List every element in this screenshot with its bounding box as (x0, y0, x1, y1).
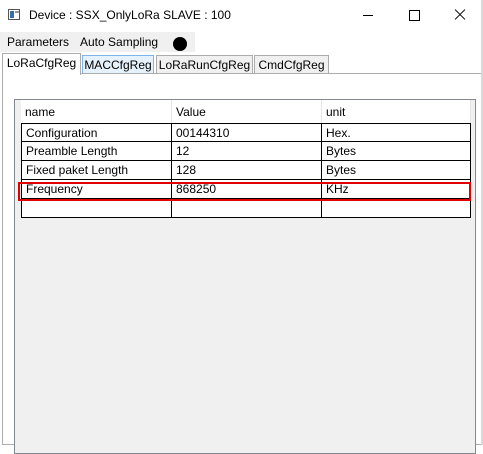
cell-name[interactable] (21, 199, 172, 217)
tab-loracfgreg[interactable]: LoRaCfgReg (2, 53, 81, 75)
table-row[interactable]: Fixed paket Length 128 Bytes (21, 161, 471, 180)
column-header-name[interactable]: name (21, 100, 172, 123)
app-window-icon (8, 9, 20, 20)
cell-name[interactable]: Frequency (21, 180, 172, 198)
cell-value[interactable]: 868250 (172, 180, 322, 198)
minimize-icon (363, 14, 373, 16)
menu-auto-sampling[interactable]: Auto Sampling (80, 35, 158, 49)
table-row[interactable]: Configuration 00144310 Hex. (21, 123, 471, 142)
column-header-unit[interactable]: unit (322, 100, 471, 123)
menu-parameters[interactable]: Parameters (7, 35, 69, 49)
maximize-button[interactable] (391, 0, 437, 30)
cell-value[interactable] (172, 199, 322, 217)
cell-unit[interactable]: KHz (322, 180, 471, 198)
title-bar: Device : SSX_OnlyLoRa SLAVE : 100 (0, 0, 483, 32)
cell-name[interactable]: Configuration (21, 124, 172, 141)
cell-unit[interactable]: Bytes (322, 142, 471, 160)
maximize-icon (408, 9, 420, 21)
cell-value[interactable]: 128 (172, 161, 322, 179)
grid-header-row: name Value unit (21, 100, 471, 123)
tab-panel: name Value unit Configuration 00144310 H… (2, 73, 482, 454)
column-header-value[interactable]: Value (172, 100, 322, 123)
tab-cmdcfgreg[interactable]: CmdCfgReg (254, 55, 329, 75)
cell-name[interactable]: Fixed paket Length (21, 161, 172, 179)
cell-unit[interactable] (322, 199, 471, 217)
status-dot-icon (173, 37, 187, 51)
minimize-button[interactable] (345, 0, 391, 30)
table-row[interactable]: Preamble Length 12 Bytes (21, 142, 471, 161)
cell-unit[interactable]: Hex. (322, 124, 471, 141)
tab-maccfgreg[interactable]: MACCfgReg (82, 55, 154, 75)
table-row-frequency[interactable]: Frequency 868250 KHz (21, 180, 471, 199)
cell-unit[interactable]: Bytes (322, 161, 471, 179)
cell-name[interactable]: Preamble Length (21, 142, 172, 160)
close-button[interactable] (437, 0, 483, 30)
close-icon (454, 9, 466, 21)
cell-value[interactable]: 12 (172, 142, 322, 160)
table-row-empty[interactable] (21, 199, 471, 218)
grid-table: name Value unit Configuration 00144310 H… (21, 100, 471, 218)
cell-value[interactable]: 00144310 (172, 124, 322, 141)
register-grid: name Value unit Configuration 00144310 H… (14, 99, 476, 454)
window-title: Device : SSX_OnlyLoRa SLAVE : 100 (29, 8, 231, 22)
menu-bar: Parameters Auto Sampling (0, 32, 195, 52)
tab-loraruncfgreg[interactable]: LoRaRunCfgReg (156, 55, 253, 75)
